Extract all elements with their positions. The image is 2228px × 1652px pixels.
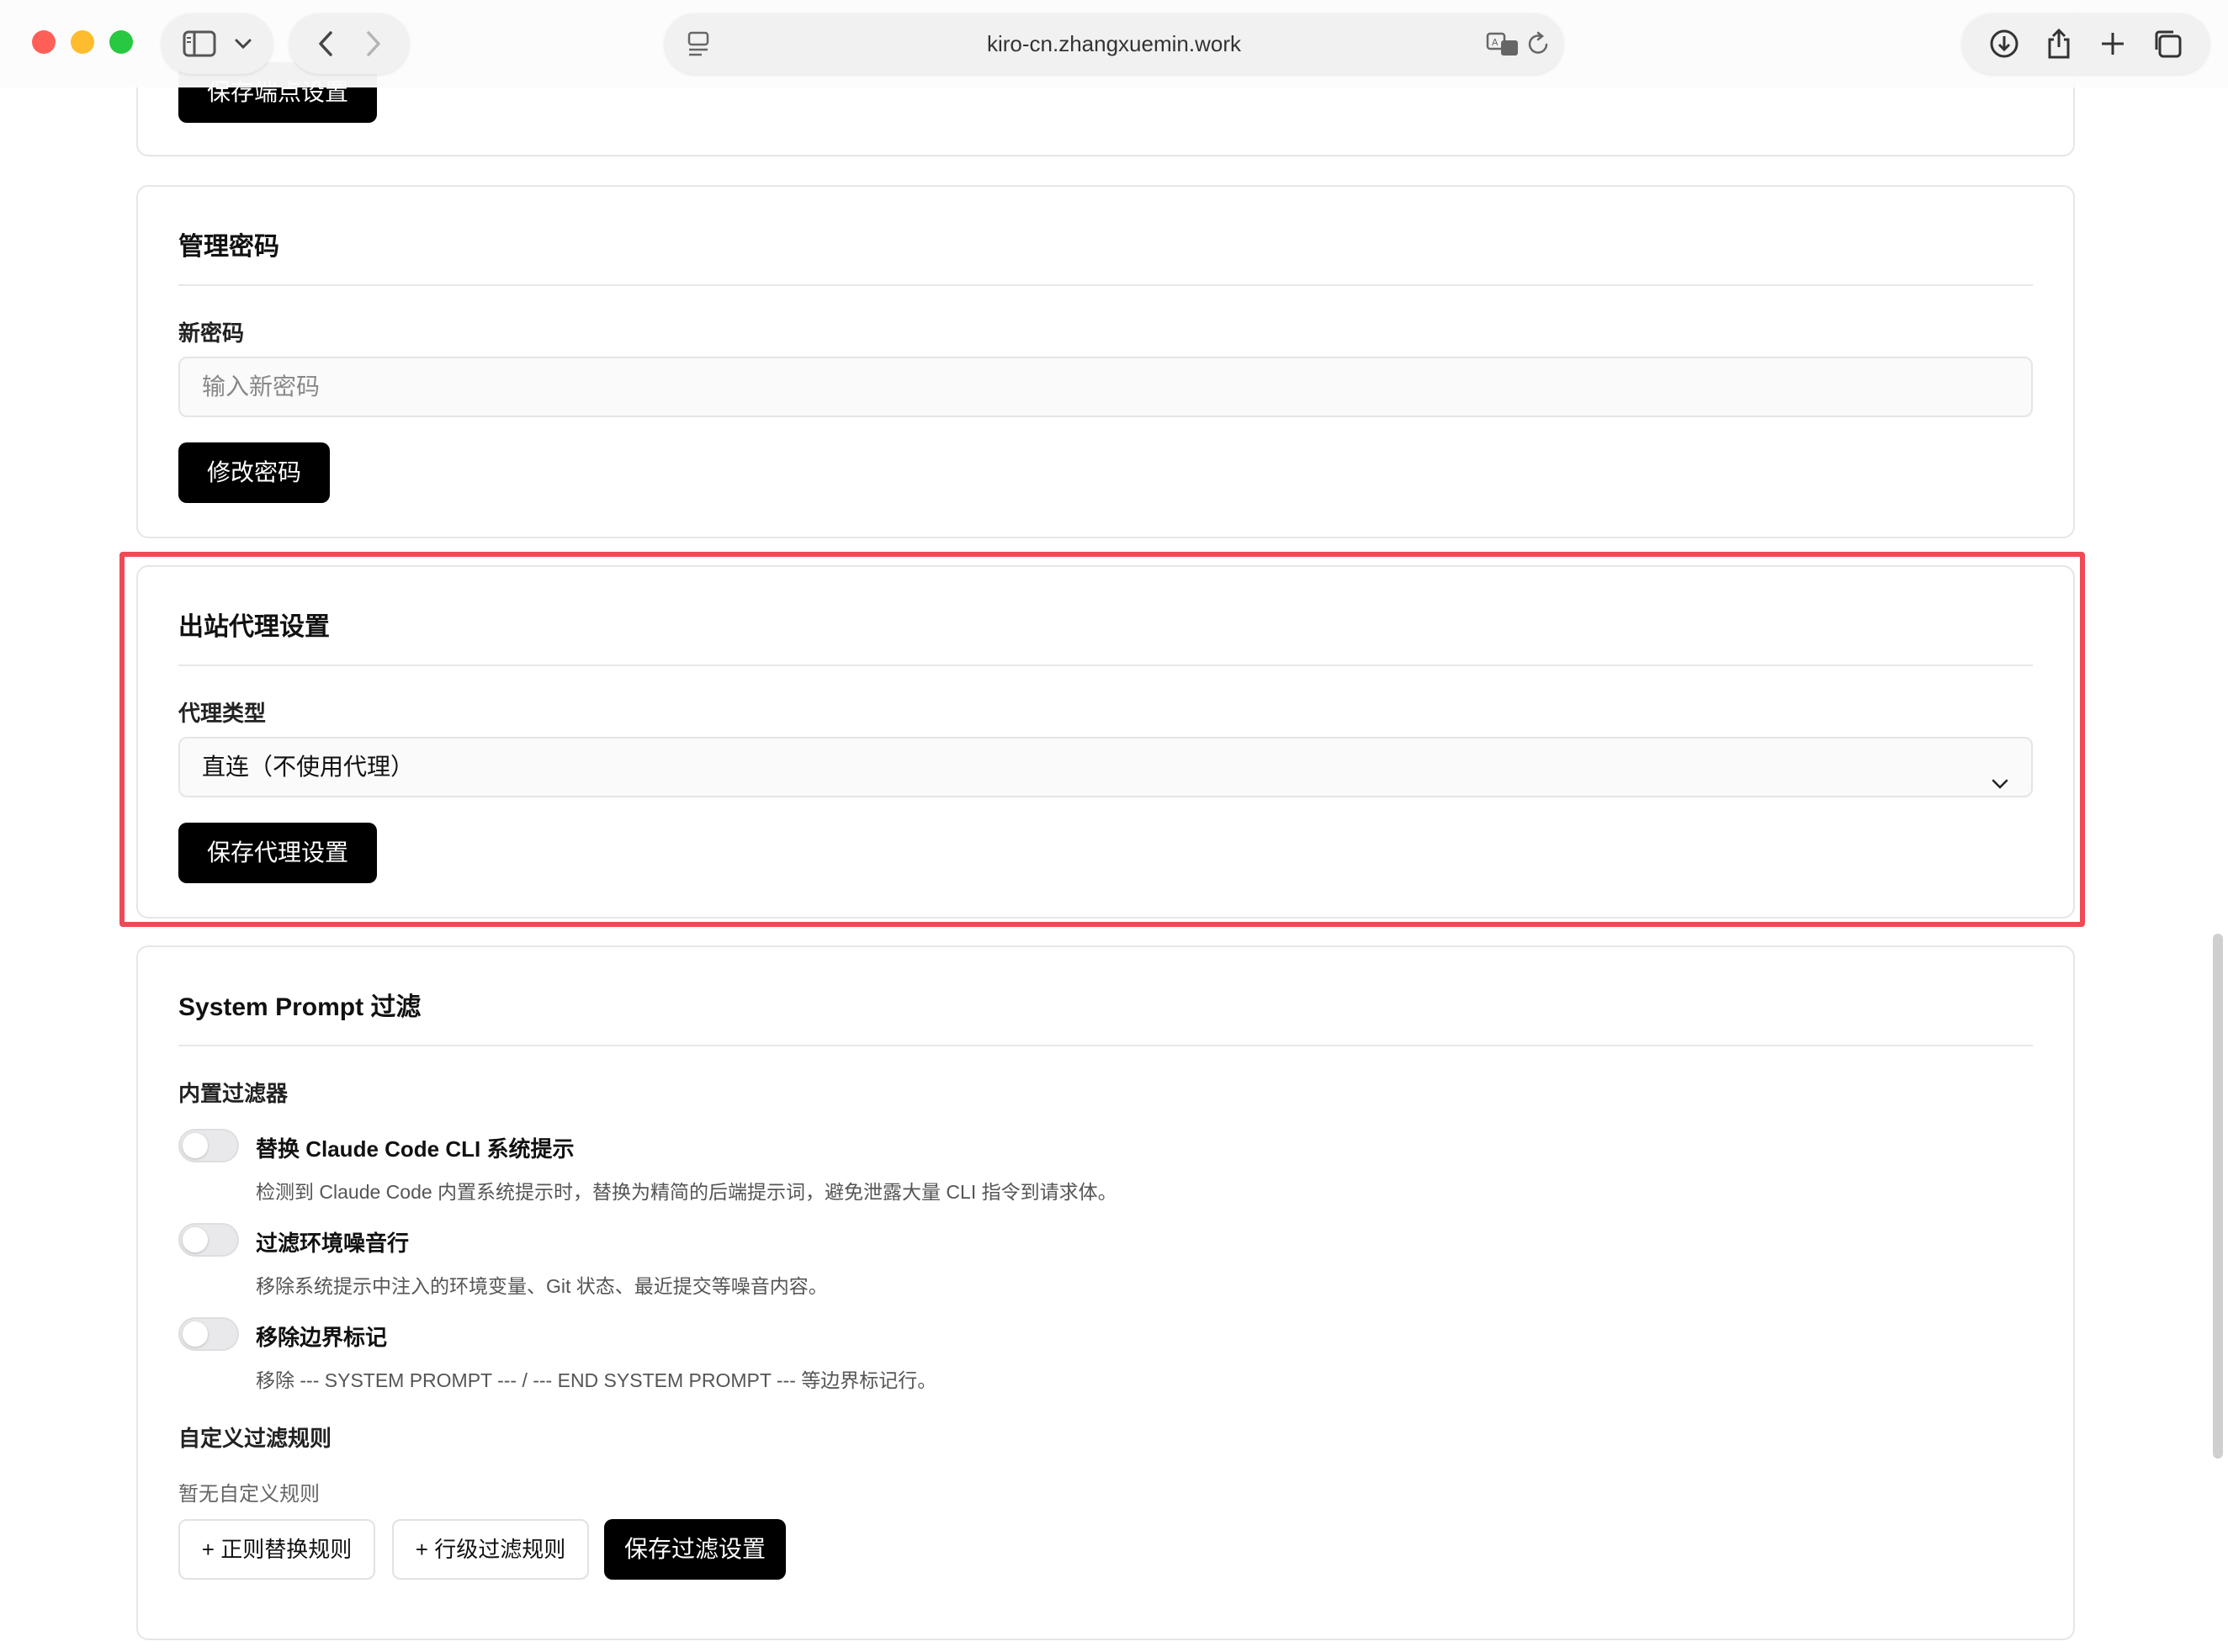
new-tab-plus-icon[interactable] — [2099, 30, 2126, 57]
filter-description: 检测到 Claude Code 内置系统提示时，替换为精简的后端提示词，避免泄露… — [256, 1181, 1117, 1203]
change-password-button[interactable]: 修改密码 — [178, 442, 330, 503]
forward-arrow-icon[interactable] — [365, 30, 382, 57]
svg-text:A: A — [1492, 37, 1499, 48]
add-line-rule-button[interactable]: + 行级过滤规则 — [392, 1519, 589, 1580]
filter-description: 移除 --- SYSTEM PROMPT --- / --- END SYSTE… — [256, 1369, 937, 1391]
scrollbar[interactable] — [2213, 934, 2223, 1459]
save-filter-button[interactable]: 保存过滤设置 — [604, 1519, 786, 1580]
filter-title: 移除边界标记 — [256, 1325, 388, 1350]
password-card-title: 管理密码 — [178, 233, 279, 261]
toggle-knob — [183, 1133, 208, 1158]
divider — [178, 665, 2033, 666]
filter-title: 替换 Claude Code CLI 系统提示 — [256, 1136, 575, 1162]
share-icon[interactable] — [2045, 28, 2072, 60]
reload-icon[interactable] — [1526, 30, 1552, 57]
toggle-knob — [183, 1321, 208, 1347]
chevron-down-icon[interactable] — [234, 38, 252, 50]
filter-description: 移除系统提示中注入的环境变量、Git 状态、最近提交等噪音内容。 — [256, 1275, 828, 1297]
minimize-window-button[interactable] — [71, 30, 94, 54]
proxy-type-label: 代理类型 — [178, 701, 267, 726]
navigation-controls — [289, 13, 409, 74]
proxy-card: 出站代理设置 代理类型 直连（不使用代理） 保存代理设置 — [136, 565, 2075, 919]
divider — [178, 1045, 2033, 1046]
tab-overview-icon[interactable] — [2152, 29, 2183, 59]
toggle-filter-env-noise[interactable] — [178, 1223, 239, 1257]
new-password-input[interactable] — [178, 357, 2033, 417]
add-regex-rule-button[interactable]: + 正则替换规则 — [178, 1519, 375, 1580]
zoom-window-button[interactable] — [109, 30, 133, 54]
divider — [178, 284, 2033, 286]
back-arrow-icon[interactable] — [317, 30, 334, 57]
toggle-remove-boundary-markers[interactable] — [178, 1317, 239, 1351]
close-window-button[interactable] — [32, 30, 56, 54]
download-icon[interactable] — [1989, 29, 2019, 59]
empty-rules-text: 暂无自定义规则 — [178, 1483, 320, 1506]
filter-card-title: System Prompt 过滤 — [178, 993, 422, 1021]
custom-rules-label: 自定义过滤规则 — [178, 1426, 332, 1451]
toggle-replace-claude-prompt[interactable] — [178, 1129, 239, 1162]
sidebar-controls — [162, 13, 273, 74]
proxy-type-selected: 直连（不使用代理） — [202, 754, 415, 780]
save-proxy-button[interactable]: 保存代理设置 — [178, 823, 377, 883]
proxy-type-select[interactable]: 直连（不使用代理） — [178, 737, 2033, 797]
address-bar[interactable]: kiro-cn.zhangxuemin.work A — [665, 13, 1563, 74]
url-text[interactable]: kiro-cn.zhangxuemin.work — [665, 13, 1563, 74]
system-prompt-filter-card: System Prompt 过滤 内置过滤器 替换 Claude Code CL… — [136, 945, 2075, 1640]
builtin-filters-label: 内置过滤器 — [178, 1081, 289, 1106]
sidebar-icon[interactable] — [183, 30, 216, 57]
new-password-label: 新密码 — [178, 320, 245, 346]
toggle-knob — [183, 1227, 208, 1252]
filter-title: 过滤环境噪音行 — [256, 1231, 410, 1256]
translate-icon[interactable]: A — [1486, 30, 1520, 57]
browser-toolbar: kiro-cn.zhangxuemin.work A — [0, 0, 2228, 87]
proxy-card-title: 出站代理设置 — [178, 613, 330, 641]
chevron-down-icon — [1991, 757, 2009, 814]
password-card: 管理密码 新密码 修改密码 — [136, 185, 2075, 538]
toolbar-actions — [1962, 13, 2209, 74]
